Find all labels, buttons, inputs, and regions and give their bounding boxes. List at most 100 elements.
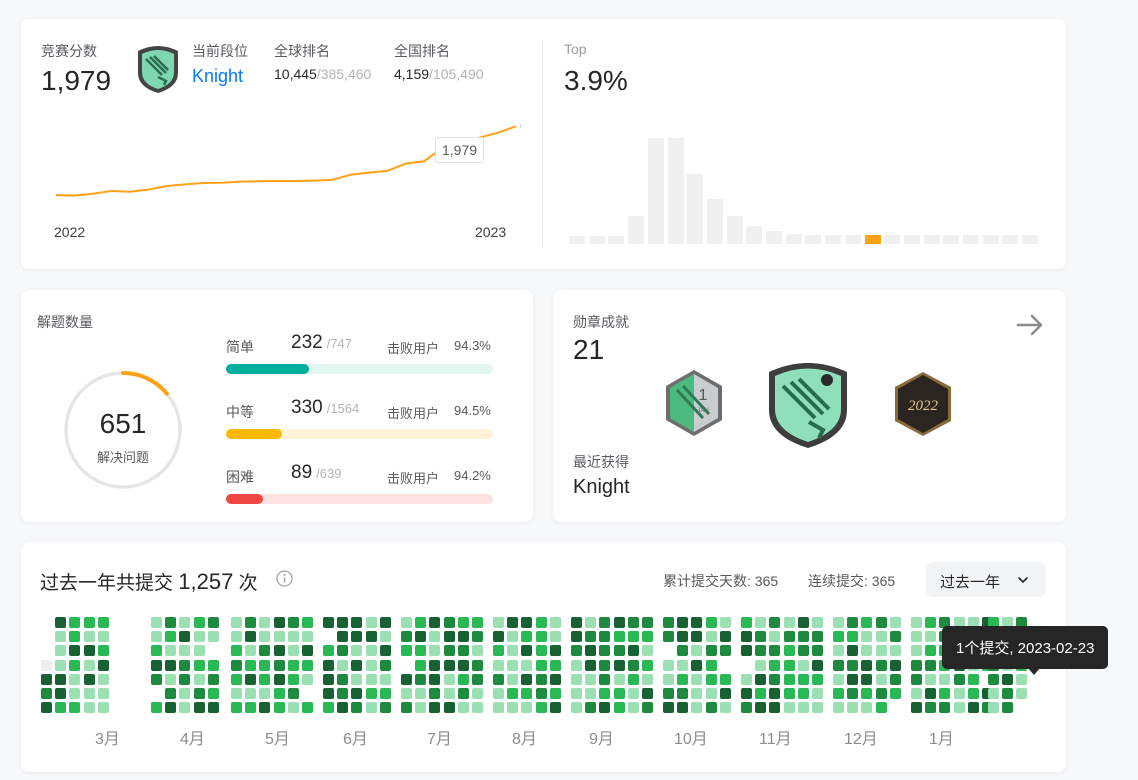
heatmap-day[interactable] — [627, 673, 639, 685]
heatmap-day[interactable] — [472, 688, 483, 699]
heatmap-day[interactable] — [429, 673, 441, 685]
heatmap-day[interactable] — [457, 673, 469, 685]
heatmap-day[interactable] — [663, 702, 674, 714]
heatmap-day[interactable] — [493, 673, 504, 685]
heatmap-day[interactable] — [691, 673, 703, 685]
heatmap-day[interactable] — [193, 617, 205, 628]
heatmap-day[interactable] — [287, 645, 299, 657]
heatmap-day[interactable] — [351, 659, 363, 671]
heatmap-day[interactable] — [179, 688, 191, 699]
heatmap-day[interactable] — [812, 688, 823, 699]
heatmap-day[interactable] — [719, 631, 731, 643]
heatmap-day[interactable] — [83, 645, 95, 657]
heatmap-day[interactable] — [302, 617, 313, 628]
heatmap-day[interactable] — [585, 688, 597, 699]
heatmap-day[interactable] — [691, 617, 703, 628]
heatmap-day[interactable] — [755, 617, 767, 628]
heatmap-day[interactable] — [245, 631, 257, 643]
heatmap-day[interactable] — [365, 645, 377, 657]
heatmap-day[interactable] — [245, 659, 257, 671]
heatmap-day[interactable] — [663, 617, 674, 628]
submission-heatmap[interactable] — [41, 617, 1051, 722]
heatmap-day[interactable] — [1002, 673, 1014, 685]
heatmap-day[interactable] — [988, 702, 999, 714]
heatmap-day[interactable] — [351, 617, 363, 628]
heatmap-day[interactable] — [69, 702, 81, 714]
heatmap-day[interactable] — [627, 688, 639, 699]
heatmap-day[interactable] — [507, 645, 519, 657]
heatmap-day[interactable] — [351, 702, 363, 714]
heatmap-day[interactable] — [535, 688, 547, 699]
heatmap-day[interactable] — [165, 631, 177, 643]
heatmap-day[interactable] — [889, 631, 901, 643]
heatmap-day[interactable] — [69, 673, 81, 685]
heatmap-day[interactable] — [889, 673, 901, 685]
heatmap-day[interactable] — [207, 659, 219, 671]
heatmap-day[interactable] — [287, 659, 299, 671]
heatmap-day[interactable] — [245, 645, 257, 657]
heatmap-day[interactable] — [833, 631, 844, 643]
heatmap-day[interactable] — [549, 659, 561, 671]
heatmap-day[interactable] — [472, 645, 483, 657]
heatmap-day[interactable] — [193, 645, 205, 657]
heatmap-day[interactable] — [179, 631, 191, 643]
heatmap-day[interactable] — [69, 631, 81, 643]
heatmap-day[interactable] — [797, 617, 809, 628]
heatmap-day[interactable] — [677, 631, 689, 643]
heatmap-day[interactable] — [642, 688, 653, 699]
heatmap-day[interactable] — [401, 617, 412, 628]
heatmap-day[interactable] — [663, 659, 674, 671]
heatmap-day[interactable] — [55, 645, 67, 657]
heatmap-day[interactable] — [1016, 688, 1028, 699]
heatmap-day[interactable] — [521, 659, 533, 671]
heatmap-day[interactable] — [415, 702, 427, 714]
heatmap-day[interactable] — [273, 617, 285, 628]
heatmap-day[interactable] — [415, 673, 427, 685]
heatmap-day[interactable] — [472, 631, 483, 643]
heatmap-day[interactable] — [287, 631, 299, 643]
heatmap-day[interactable] — [415, 617, 427, 628]
heatmap-day[interactable] — [755, 673, 767, 685]
heatmap-day[interactable] — [755, 645, 767, 657]
heatmap-day[interactable] — [351, 688, 363, 699]
heatmap-day[interactable] — [302, 659, 313, 671]
heatmap-day[interactable] — [443, 702, 455, 714]
heatmap-day[interactable] — [925, 688, 937, 699]
rating-current-point[interactable] — [520, 123, 522, 130]
heatmap-day[interactable] — [783, 702, 795, 714]
heatmap-day[interactable] — [69, 688, 81, 699]
heatmap-day[interactable] — [585, 617, 597, 628]
heatmap-day[interactable] — [179, 702, 191, 714]
heatmap-day[interactable] — [83, 617, 95, 628]
heatmap-day[interactable] — [939, 688, 951, 699]
heatmap-day[interactable] — [365, 702, 377, 714]
heatmap-day[interactable] — [847, 688, 859, 699]
heatmap-day[interactable] — [379, 702, 391, 714]
heatmap-day[interactable] — [755, 659, 767, 671]
heatmap-day[interactable] — [705, 645, 717, 657]
heatmap-day[interactable] — [812, 631, 823, 643]
rating-graph[interactable] — [51, 119, 521, 209]
heatmap-day[interactable] — [429, 631, 441, 643]
heatmap-day[interactable] — [493, 702, 504, 714]
heatmap-day[interactable] — [429, 617, 441, 628]
heatmap-day[interactable] — [755, 631, 767, 643]
heatmap-day[interactable] — [207, 673, 219, 685]
distribution-bar[interactable] — [903, 235, 920, 244]
heatmap-day[interactable] — [847, 659, 859, 671]
heatmap-day[interactable] — [55, 702, 67, 714]
heatmap-day[interactable] — [911, 645, 922, 657]
rank-distribution-chart[interactable] — [569, 129, 1041, 244]
heatmap-day[interactable] — [41, 659, 52, 671]
heatmap-day[interactable] — [847, 702, 859, 714]
heatmap-day[interactable] — [521, 631, 533, 643]
heatmap-day[interactable] — [97, 659, 109, 671]
heatmap-day[interactable] — [663, 688, 674, 699]
heatmap-day[interactable] — [97, 645, 109, 657]
heatmap-day[interactable] — [401, 688, 412, 699]
heatmap-day[interactable] — [861, 659, 873, 671]
heatmap-day[interactable] — [875, 673, 887, 685]
heatmap-day[interactable] — [83, 702, 95, 714]
heatmap-day[interactable] — [967, 702, 979, 714]
heatmap-day[interactable] — [379, 631, 391, 643]
